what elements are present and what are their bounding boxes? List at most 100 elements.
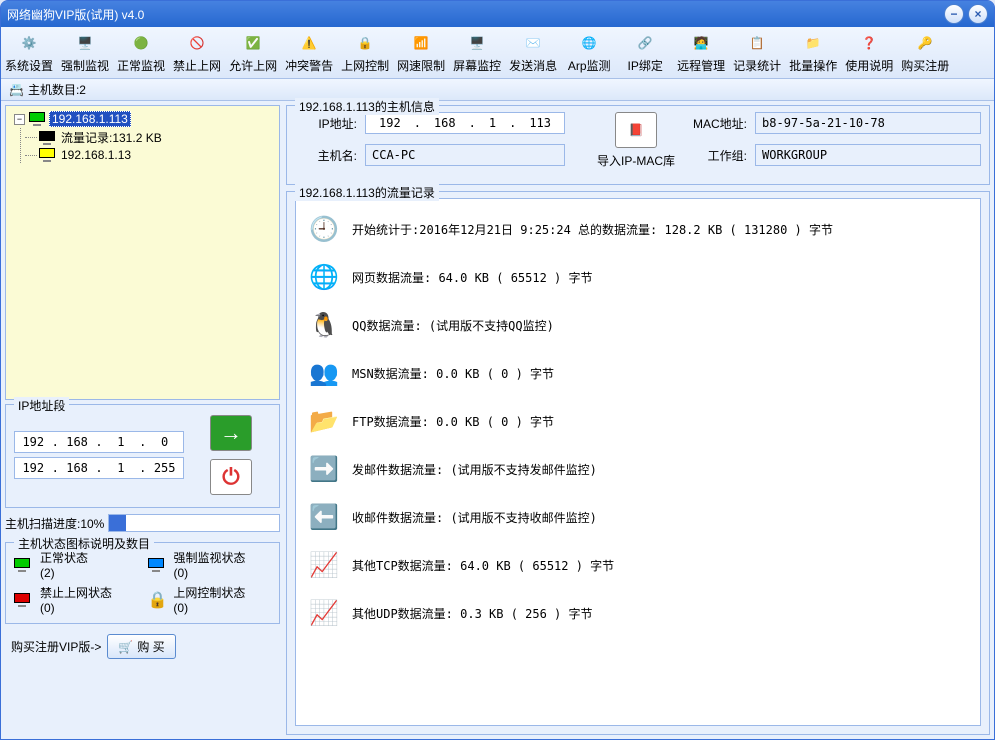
toolbar-label: 远程管理	[677, 57, 725, 74]
toolbar-label: 记录统计	[733, 57, 781, 74]
traffic-log-list[interactable]: 🕘 开始统计于:2016年12月21日 9:25:24 总的数据流量: 128.2…	[295, 198, 981, 726]
toolbar-item[interactable]: 🖥️屏幕监控	[449, 29, 505, 76]
log-text: 其他TCP数据流量: 64.0 KB ( 65512 ) 字节	[352, 557, 614, 574]
send-icon: ✉️	[521, 31, 545, 55]
host-tree[interactable]: − 192.168.1.113 流量记录:131.2 KB 192.168.1.…	[5, 105, 280, 400]
toolbar-item[interactable]: 🖥️ 强制监视	[57, 29, 113, 76]
msn-icon: 👥	[306, 355, 342, 391]
lock-icon: 🔒	[353, 31, 377, 55]
ip-label: IP地址:	[295, 115, 357, 132]
buy-button[interactable]: 🛒 购 买	[107, 634, 175, 659]
monitor-blue-icon	[148, 558, 164, 572]
monitor-green-icon	[29, 112, 45, 126]
toolbar-label: 冲突警告	[285, 57, 333, 74]
gear-icon: ⚙️	[17, 31, 41, 55]
toolbar-item[interactable]: 🔑购买注册	[897, 29, 953, 76]
warn-icon: ⚠️	[297, 31, 321, 55]
book-edit-icon: 📕	[629, 123, 644, 137]
toolbar-item[interactable]: ⚙️ 系统设置	[1, 29, 57, 76]
tree-host-1[interactable]: 192.168.1.113	[49, 111, 131, 127]
toolbar-label: 禁止上网	[173, 57, 221, 74]
allow-icon: ✅	[241, 31, 265, 55]
screen-icon: 🖥️	[465, 31, 489, 55]
import-ipmac-button[interactable]: 📕	[615, 112, 657, 148]
toolbar-item[interactable]: 📶网速限制	[393, 29, 449, 76]
ftp-icon: 📂	[306, 403, 342, 439]
log-row: ⬅️收邮件数据流量: (试用版不支持收邮件监控)	[302, 493, 974, 541]
remote-icon: 🧑‍💻	[689, 31, 713, 55]
workgroup-field: WORKGROUP	[755, 144, 981, 166]
ip-field[interactable]: 192.168.1.113	[365, 112, 565, 134]
status-block-count: (0)	[40, 601, 112, 615]
buy-hint: 购买注册VIP版->	[11, 638, 101, 655]
traffic-log-legend: 192.168.1.113的流量记录	[295, 184, 439, 201]
log-text: MSN数据流量: 0.0 KB ( 0 ) 字节	[352, 365, 554, 382]
host-info-legend: 192.168.1.113的主机信息	[295, 98, 439, 115]
toolbar-item[interactable]: 📁批量操作	[785, 29, 841, 76]
status-normal-count: (2)	[40, 566, 88, 580]
monitor-icon: 🖥️	[73, 31, 97, 55]
toolbar-item[interactable]: 🌐Arp监测	[561, 29, 617, 76]
log-row: ➡️发邮件数据流量: (试用版不支持发邮件监控)	[302, 445, 974, 493]
log-row: 📂 FTP数据流量: 0.0 KB ( 0 ) 字节	[302, 397, 974, 445]
log-text: 收邮件数据流量: (试用版不支持收邮件监控)	[352, 509, 597, 526]
mac-label: MAC地址:	[687, 115, 747, 132]
status-ctrl-label: 上网控制状态	[173, 584, 245, 601]
qq-icon: 🐧	[306, 307, 342, 343]
log-text: FTP数据流量: 0.0 KB ( 0 ) 字节	[352, 413, 554, 430]
toolbar-label: 发送消息	[509, 57, 557, 74]
bind-icon: 🔗	[633, 31, 657, 55]
status-legend-panel: 主机状态图标说明及数目 正常状态 (2) 强制监视状态 (0)	[5, 542, 280, 624]
import-ipmac-label: 导入IP-MAC库	[597, 152, 675, 169]
tree-host-2[interactable]: 192.168.1.13	[59, 148, 133, 162]
buy-button-label: 购 买	[137, 638, 164, 655]
toolbar-item[interactable]: 🟢正常监视	[113, 29, 169, 76]
scan-start-button[interactable]: →	[210, 415, 252, 451]
toolbar-item[interactable]: ⚠️ 冲突警告	[281, 29, 337, 76]
toolbar-label: 允许上网	[229, 57, 277, 74]
monitor-green-icon: 🟢	[129, 31, 153, 55]
power-icon: ⏻	[222, 464, 239, 490]
toolbar-label: 系统设置	[5, 57, 53, 74]
toolbar-item[interactable]: ❓使用说明	[841, 29, 897, 76]
monitor-green-icon	[14, 558, 30, 572]
host-count-label: 主机数目:2	[28, 81, 86, 98]
toolbar-item[interactable]: 🚫禁止上网	[169, 29, 225, 76]
host-info-panel: 192.168.1.113的主机信息 IP地址: 192.168.1.113 主…	[286, 105, 990, 185]
ip-range-legend: IP地址段	[14, 397, 69, 414]
close-button[interactable]: ×	[968, 4, 988, 24]
log-row: 👥 MSN数据流量: 0.0 KB ( 0 ) 字节	[302, 349, 974, 397]
titlebar[interactable]: 网络幽狗VIP版(试用) v4.0 − ×	[1, 1, 994, 27]
toolbar-item[interactable]: ✉️ 发送消息	[505, 29, 561, 76]
toolbar-item[interactable]: 🔗 IP绑定	[617, 29, 673, 76]
status-block-label: 禁止上网状态	[40, 584, 112, 601]
toolbar-label: 上网控制	[341, 57, 389, 74]
log-text: QQ数据流量: (试用版不支持QQ监控)	[352, 317, 554, 334]
key-icon: 🔑	[913, 31, 937, 55]
ip-end-input[interactable]: 192.168.1.255	[14, 457, 184, 479]
status-force-label: 强制监视状态	[174, 549, 246, 566]
scan-stop-button[interactable]: ⏻	[210, 459, 252, 495]
toolbar-item[interactable]: ✅ 允许上网	[225, 29, 281, 76]
buy-row: 购买注册VIP版-> 🛒 购 买	[5, 628, 280, 665]
toolbar-label: 网速限制	[397, 57, 445, 74]
toolbar-label: IP绑定	[627, 57, 662, 74]
toolbar-item[interactable]: 📋 记录统计	[729, 29, 785, 76]
monitor-activity-icon	[39, 131, 55, 145]
tree-expander[interactable]: −	[14, 114, 25, 125]
toolbar-label: 强制监视	[61, 57, 109, 74]
log-row: 🐧 QQ数据流量: (试用版不支持QQ监控)	[302, 301, 974, 349]
clock-icon: 🕘	[306, 211, 342, 247]
help-icon: ❓	[857, 31, 881, 55]
toolbar-item[interactable]: 🔒 上网控制	[337, 29, 393, 76]
hostname-field: CCA-PC	[365, 144, 565, 166]
toolbar-item[interactable]: 🧑‍💻 远程管理	[673, 29, 729, 76]
log-row: 📈其他UDP数据流量: 0.3 KB ( 256 ) 字节	[302, 589, 974, 637]
log-text: 开始统计于:2016年12月21日 9:25:24 总的数据流量: 128.2 …	[352, 221, 833, 238]
ip-start-input[interactable]: 192.168.1.0	[14, 431, 184, 453]
stats-icon: 📋	[745, 31, 769, 55]
monitor-red-icon	[14, 593, 30, 607]
tree-traffic[interactable]: 流量记录:131.2 KB	[59, 129, 164, 146]
toolbar-label: Arp监测	[568, 57, 611, 74]
minimize-button[interactable]: −	[944, 4, 964, 24]
